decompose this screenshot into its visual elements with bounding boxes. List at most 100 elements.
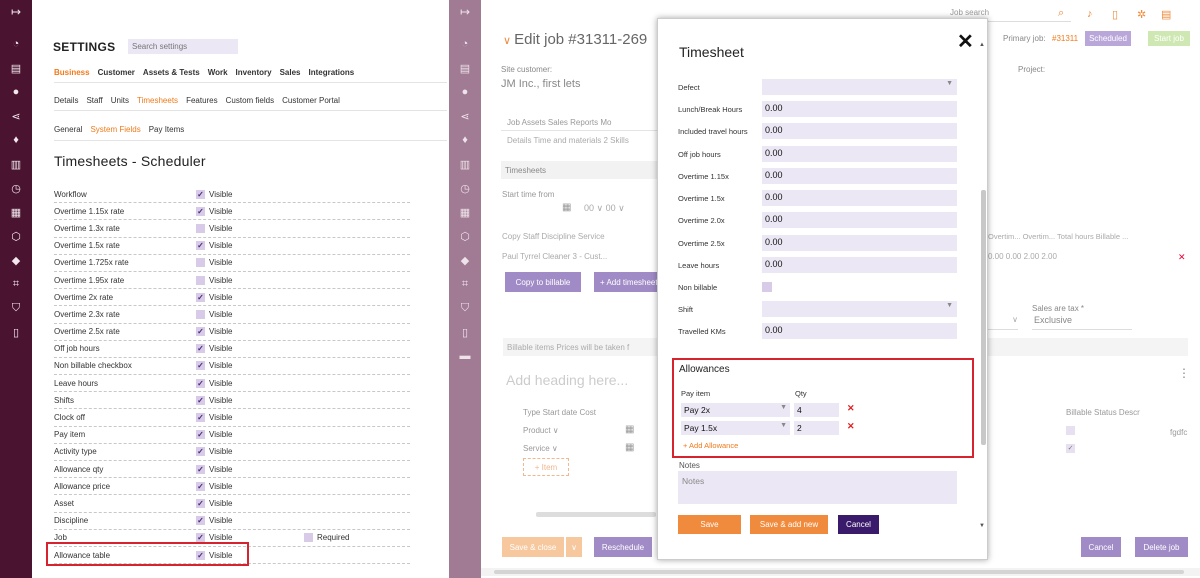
- number-field[interactable]: 0.00: [762, 168, 957, 184]
- number-field[interactable]: 0.00: [762, 235, 957, 251]
- start-job-button[interactable]: Start job: [1148, 31, 1190, 46]
- number-field[interactable]: 0.00: [762, 190, 957, 206]
- note-icon[interactable]: ▬: [449, 346, 481, 366]
- visible-checkbox[interactable]: ✓: [196, 481, 205, 491]
- tab-timesheets[interactable]: Timesheets: [137, 96, 178, 105]
- settings-search-input[interactable]: [128, 39, 238, 54]
- add-heading-input[interactable]: Add heading here...: [506, 372, 628, 388]
- visible-checkbox[interactable]: ✓: [196, 206, 205, 216]
- document-icon[interactable]: ▤: [449, 58, 481, 78]
- clipboard-icon[interactable]: ▦: [0, 202, 32, 222]
- delete-row-icon[interactable]: ✕: [1178, 252, 1186, 263]
- visible-checkbox[interactable]: ✓: [196, 378, 205, 388]
- scan-icon[interactable]: ⌗: [0, 274, 32, 294]
- tag-icon[interactable]: ◆: [449, 250, 481, 270]
- visible-checkbox[interactable]: ✓: [196, 344, 205, 354]
- tab-customer-portal[interactable]: Customer Portal: [282, 96, 340, 105]
- notes-textarea[interactable]: Notes: [678, 471, 957, 504]
- billable-checkbox[interactable]: ✓: [1066, 444, 1075, 453]
- chevron-down-icon[interactable]: ∨: [503, 35, 514, 47]
- scan-icon[interactable]: ⌗: [449, 274, 481, 294]
- billable-row-product[interactable]: Product ∨: [523, 426, 559, 435]
- tab-sales[interactable]: Sales: [280, 68, 301, 77]
- tab-integrations[interactable]: Integrations: [308, 68, 354, 77]
- save-button[interactable]: Save: [678, 515, 741, 534]
- tab-pay-items[interactable]: Pay Items: [149, 125, 185, 134]
- add-allowance-button[interactable]: + Add Allowance: [683, 441, 738, 450]
- box-icon[interactable]: ⬡: [449, 226, 481, 246]
- hierarchy-icon[interactable]: ⋖: [0, 106, 32, 126]
- document-icon[interactable]: ▤: [0, 58, 32, 78]
- visible-checkbox[interactable]: ✓: [196, 395, 205, 405]
- clock-icon[interactable]: ◷: [449, 178, 481, 198]
- non-billable-checkbox[interactable]: [762, 282, 772, 292]
- collapse-arrow-icon[interactable]: ↦: [449, 2, 481, 22]
- delete-job-button[interactable]: Delete job: [1135, 537, 1188, 557]
- status-scheduled-button[interactable]: Scheduled: [1085, 31, 1131, 46]
- search-icon[interactable]: ⌕: [1058, 7, 1064, 20]
- tab-work[interactable]: Work: [208, 68, 228, 77]
- add-item-button[interactable]: + Item: [523, 458, 569, 476]
- number-field[interactable]: 0.00: [762, 146, 957, 162]
- number-field[interactable]: 0.00: [762, 323, 957, 339]
- visible-checkbox[interactable]: ✓: [196, 327, 205, 337]
- remove-allowance-icon[interactable]: ✕: [847, 403, 855, 414]
- tab-units[interactable]: Units: [111, 96, 129, 105]
- clipboard-icon[interactable]: ▤: [1161, 8, 1171, 21]
- collapse-arrow-icon[interactable]: ↦: [0, 2, 32, 22]
- pay-item-select[interactable]: Pay 1.5x ▼: [681, 421, 790, 435]
- tab-inventory[interactable]: Inventory: [236, 68, 272, 77]
- visible-checkbox[interactable]: [196, 223, 205, 233]
- scroll-up-icon[interactable]: ▲: [979, 42, 985, 48]
- user-icon[interactable]: ●: [0, 82, 32, 102]
- job-subtabs[interactable]: Details Time and materials 2 Skills: [507, 136, 629, 145]
- visible-checkbox[interactable]: [196, 275, 205, 285]
- job-tabs[interactable]: Job Assets Sales Reports Mo: [507, 118, 612, 127]
- visible-checkbox[interactable]: [196, 309, 205, 319]
- sales-tax-select[interactable]: Exclusive: [1032, 315, 1132, 330]
- user-icon[interactable]: ●: [449, 82, 481, 102]
- tab-custom-fields[interactable]: Custom fields: [226, 96, 274, 105]
- location-icon[interactable]: ♦: [0, 130, 32, 150]
- tab-features[interactable]: Features: [186, 96, 218, 105]
- tab-customer[interactable]: Customer: [98, 68, 135, 77]
- visible-checkbox[interactable]: ✓: [196, 498, 205, 508]
- timesheet-table-row[interactable]: Paul Tyrrel Cleaner 3 - Cust...: [502, 252, 607, 261]
- tab-details[interactable]: Details: [54, 96, 78, 105]
- qty-input[interactable]: 4: [794, 403, 839, 417]
- book-icon[interactable]: ▯: [449, 322, 481, 342]
- bell-icon[interactable]: ♪: [1087, 8, 1093, 20]
- map-icon[interactable]: ▥: [449, 154, 481, 174]
- visible-checkbox[interactable]: ✓: [196, 516, 205, 526]
- clock-icon[interactable]: ◷: [0, 178, 32, 198]
- number-field[interactable]: 0.00: [762, 257, 957, 273]
- number-field[interactable]: 0.00: [762, 101, 957, 117]
- tab-staff[interactable]: Staff: [86, 96, 102, 105]
- book-icon[interactable]: ▯: [0, 322, 32, 342]
- palette-icon[interactable]: ◔: [449, 34, 481, 54]
- start-time-selects[interactable]: 00 ∨ 00 ∨: [584, 203, 625, 214]
- visible-checkbox[interactable]: ✓: [196, 533, 205, 543]
- remove-allowance-icon[interactable]: ✕: [847, 421, 855, 432]
- cancel-job-button[interactable]: Cancel: [1081, 537, 1121, 557]
- save-add-new-button[interactable]: Save & add new: [750, 515, 828, 534]
- calendar-icon[interactable]: ▦: [625, 424, 634, 435]
- box-icon[interactable]: ⬡: [0, 226, 32, 246]
- calendar-icon[interactable]: ▦: [562, 202, 571, 213]
- more-options-icon[interactable]: ⋮: [1178, 366, 1190, 380]
- select-field[interactable]: ▼: [762, 79, 957, 95]
- scroll-down-icon[interactable]: ▼: [979, 523, 985, 529]
- save-close-button[interactable]: Save & close: [502, 537, 564, 557]
- qty-input[interactable]: 2: [794, 421, 839, 435]
- shield-icon[interactable]: ⛉: [0, 298, 32, 318]
- visible-checkbox[interactable]: ✓: [196, 413, 205, 423]
- tab-assets-tests[interactable]: Assets & Tests: [143, 68, 200, 77]
- palette-icon[interactable]: ◔: [0, 34, 32, 54]
- number-field[interactable]: 0.00: [762, 212, 957, 228]
- visible-checkbox[interactable]: ✓: [196, 361, 205, 371]
- visible-checkbox[interactable]: ✓: [196, 241, 205, 251]
- select-field[interactable]: ▼: [762, 301, 957, 317]
- map-icon[interactable]: ▥: [0, 154, 32, 174]
- visible-checkbox[interactable]: ✓: [196, 430, 205, 440]
- location-icon[interactable]: ♦: [449, 130, 481, 150]
